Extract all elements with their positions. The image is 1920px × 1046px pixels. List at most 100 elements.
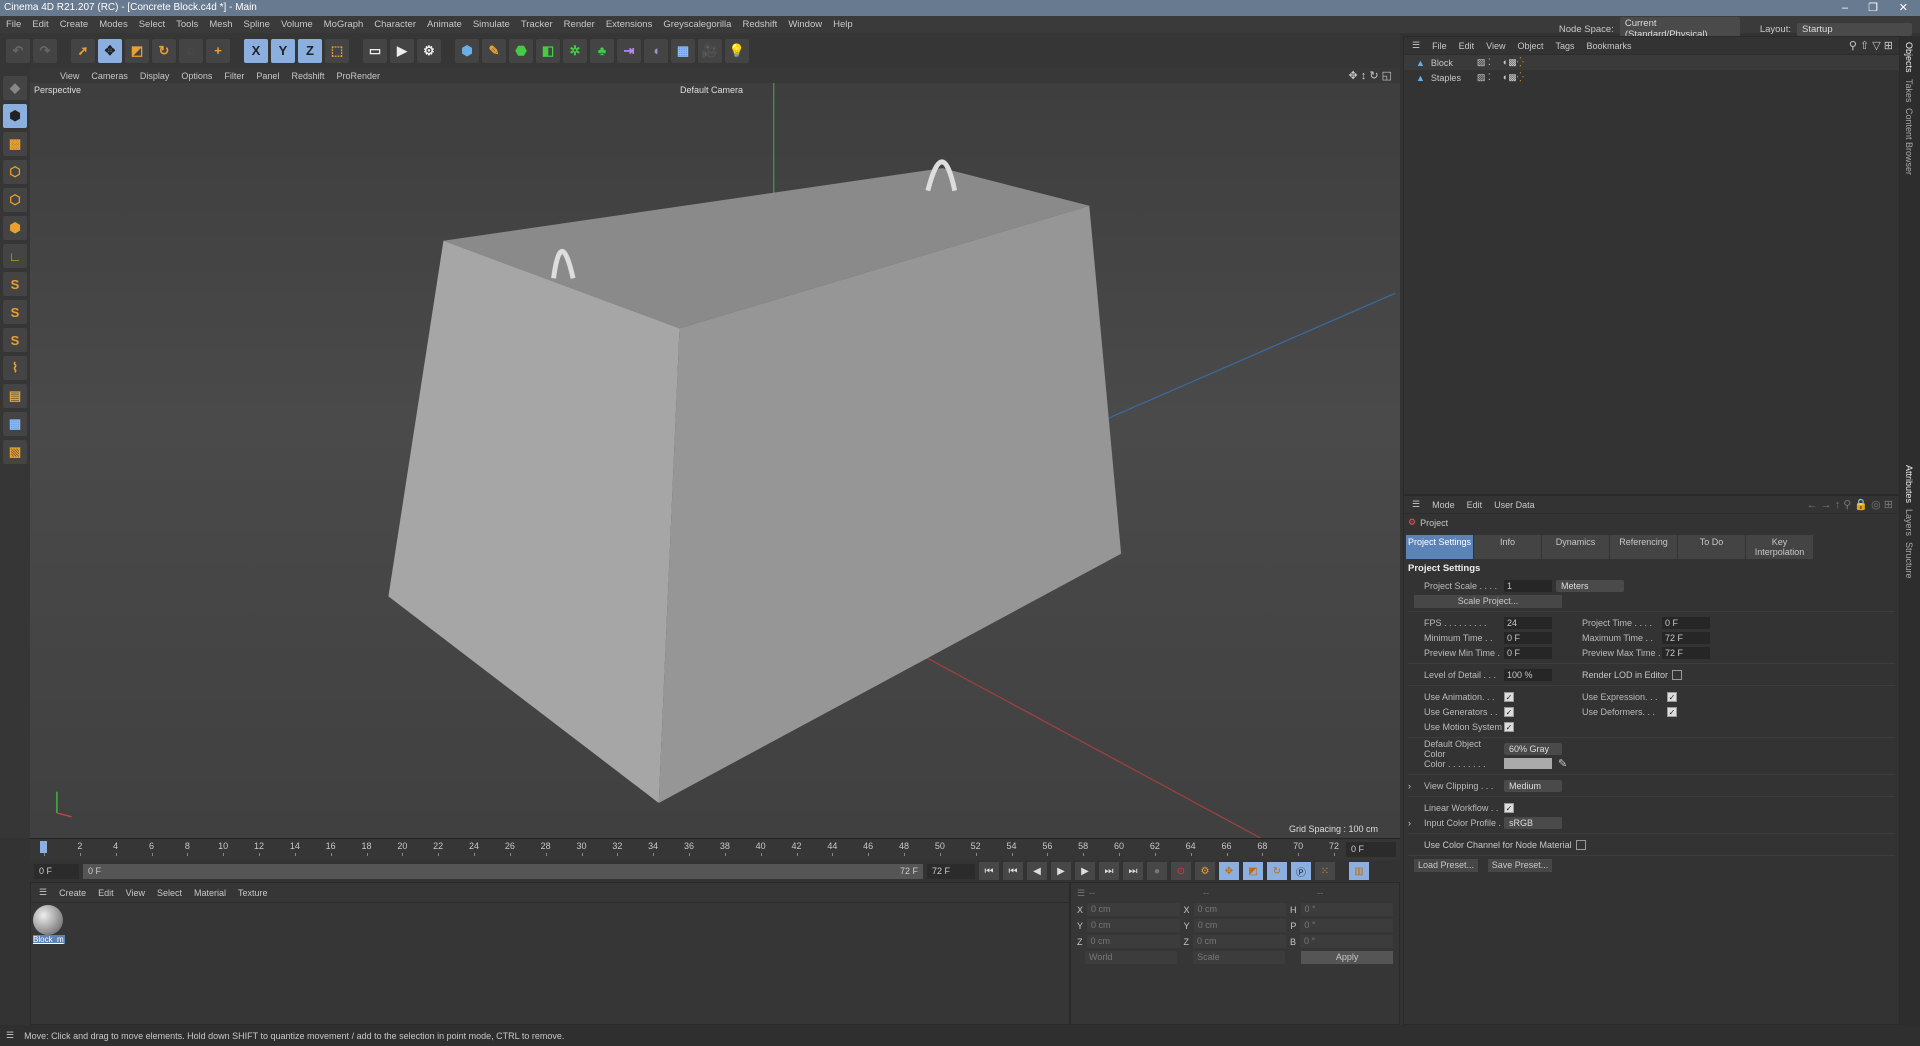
menu-mesh[interactable]: Mesh [209, 19, 232, 30]
rot-b-field[interactable]: 0 ° [1300, 935, 1394, 948]
visibility-toggle-icon[interactable]: ▨ ⁚ [1477, 57, 1491, 68]
tab-info[interactable]: Info [1474, 535, 1541, 559]
go-to-start-icon[interactable]: ⏮ [979, 862, 999, 880]
menu-file[interactable]: File [6, 19, 21, 30]
viewport-menu-display[interactable]: Display [140, 71, 170, 81]
menu-create[interactable]: Create [60, 19, 89, 30]
subdivision-icon[interactable]: ⬣ [509, 38, 533, 63]
cloner-icon[interactable]: ✲ [563, 38, 587, 63]
fps-field[interactable]: 24 [1504, 616, 1552, 629]
current-frame-field[interactable]: 0 F [34, 863, 79, 879]
tab-referencing[interactable]: Referencing [1610, 535, 1677, 559]
close-button[interactable]: ✕ [1899, 0, 1908, 16]
menu-tools[interactable]: Tools [176, 19, 198, 30]
side-tab-structure[interactable]: Structure [1904, 542, 1914, 579]
obj-menu-object[interactable]: Object [1517, 41, 1543, 51]
viewport-menu-filter[interactable]: Filter [224, 71, 244, 81]
project-time-field[interactable]: 0 F [1662, 616, 1710, 629]
key-scale-icon[interactable]: ◩ [1243, 862, 1263, 880]
ruler-frame-field[interactable]: 0 F [1346, 842, 1396, 857]
maximize-button[interactable]: ❐ [1868, 0, 1878, 16]
rot-h-field[interactable]: 0 ° [1300, 903, 1393, 916]
render-lod-checkbox[interactable] [1672, 669, 1683, 680]
object-manager-tools-icons[interactable]: ⚲ ⇧ ▽ ⊞ [1849, 39, 1893, 52]
coordinate-mode-select[interactable]: World [1085, 951, 1178, 964]
project-scale-field[interactable]: 1 [1504, 579, 1552, 592]
key-position-icon[interactable]: ✥ [1219, 862, 1239, 880]
tab-key-interpolation[interactable]: Key Interpolation [1746, 535, 1813, 559]
menu-greyscalegorilla[interactable]: Greyscalegorilla [663, 19, 731, 30]
menu-mograph[interactable]: MoGraph [324, 19, 364, 30]
record-icon[interactable]: ● [1147, 862, 1167, 880]
menu-volume[interactable]: Volume [281, 19, 313, 30]
attr-menu-edit[interactable]: Edit [1467, 500, 1483, 510]
menu-modes[interactable]: Modes [99, 19, 128, 30]
live-selection-icon[interactable]: ◌ [179, 38, 203, 63]
undo-icon[interactable]: ↶ [6, 38, 30, 63]
max-time-field[interactable]: 72 F [1662, 631, 1710, 644]
render-picture-viewer-icon[interactable]: ▶ [390, 38, 414, 63]
timeline-window-icon[interactable]: ▥ [1349, 862, 1369, 880]
menu-icon[interactable]: ☰ [1077, 888, 1085, 899]
mograph-icon[interactable]: ♣ [590, 38, 614, 63]
mat-menu-texture[interactable]: Texture [238, 888, 268, 898]
obj-menu-tags[interactable]: Tags [1555, 41, 1574, 51]
viewport-menu-redshift[interactable]: Redshift [291, 71, 324, 81]
use-generators-checkbox[interactable]: ✓ [1504, 706, 1514, 717]
viewport-menu-panel[interactable]: Panel [256, 71, 279, 81]
scale-project-button[interactable]: Scale Project... [1414, 595, 1562, 608]
min-time-field[interactable]: 0 F [1504, 631, 1552, 644]
playhead[interactable] [40, 841, 47, 853]
viewport-menu-cameras[interactable]: Cameras [91, 71, 128, 81]
tab-project-settings[interactable]: Project Settings [1406, 535, 1473, 559]
extrude-icon[interactable]: ◧ [536, 38, 560, 63]
rot-p-field[interactable]: 0 ° [1300, 919, 1394, 932]
eyedropper-icon[interactable]: ✎ [1558, 757, 1567, 770]
material-item[interactable]: Block_m [33, 905, 65, 944]
workplane-snap-icon[interactable]: S [3, 328, 27, 352]
menu-window[interactable]: Window [788, 19, 822, 30]
tags-icon[interactable]: ◐▩⁛ [1503, 72, 1524, 83]
use-expression-checkbox[interactable]: ✓ [1667, 691, 1677, 702]
side-tab-layers[interactable]: Layers [1904, 509, 1914, 536]
key-rotation-icon[interactable]: ↻ [1267, 862, 1287, 880]
pos-x-field[interactable]: 0 cm [1087, 903, 1180, 916]
obj-menu-bookmarks[interactable]: Bookmarks [1587, 41, 1632, 51]
keyframe-selection-icon[interactable]: ⚙ [1195, 862, 1215, 880]
make-editable-icon[interactable]: ◆ [3, 76, 27, 100]
use-animation-checkbox[interactable]: ✓ [1504, 691, 1514, 702]
key-point-level-icon[interactable]: ⁙ [1315, 862, 1335, 880]
rotate-tool-icon[interactable]: ↻ [152, 38, 176, 63]
size-y-field[interactable]: 0 cm [1193, 919, 1287, 932]
expand-arrow-icon[interactable]: › [1408, 781, 1424, 791]
mat-menu-create[interactable]: Create [59, 888, 86, 898]
preview-min-field[interactable]: 0 F [1504, 646, 1552, 659]
deformer-icon[interactable]: ⇥ [617, 38, 641, 63]
edges-mode-icon[interactable]: ⬡ [3, 188, 27, 212]
apply-button[interactable]: Apply [1301, 951, 1394, 964]
menu-help[interactable]: Help [833, 19, 853, 30]
preview-max-field[interactable]: 72 F [1662, 646, 1710, 659]
select-tool-icon[interactable]: ➚ [71, 38, 95, 63]
scale-unit-select[interactable]: Meters [1556, 579, 1624, 592]
coordinate-system-icon[interactable]: ⬚ [325, 38, 349, 63]
axis-mode-icon[interactable]: ∟ [3, 244, 27, 268]
y-axis-lock-button[interactable]: Y [271, 38, 295, 63]
menu-extensions[interactable]: Extensions [606, 19, 652, 30]
menu-character[interactable]: Character [374, 19, 416, 30]
obj-menu-edit[interactable]: Edit [1459, 41, 1475, 51]
next-frame-icon[interactable]: ▶ [1075, 862, 1095, 880]
input-profile-select[interactable]: sRGB [1504, 816, 1562, 829]
end-frame-field[interactable]: 72 F [927, 863, 975, 879]
obj-menu-view[interactable]: View [1486, 41, 1505, 51]
next-key-icon[interactable]: ⏭ [1099, 862, 1119, 880]
timeline-ruler[interactable]: 0246810121416182022242628303234363840424… [30, 838, 1400, 860]
camera-icon[interactable]: 🎥 [698, 38, 722, 63]
visibility-toggle-icon[interactable]: ▨ ⁚ [1477, 72, 1491, 83]
color-swatch[interactable] [1504, 758, 1552, 769]
menu-edit[interactable]: Edit [32, 19, 48, 30]
load-preset-button[interactable]: Load Preset... [1414, 859, 1478, 872]
menu-select[interactable]: Select [139, 19, 165, 30]
pos-y-field[interactable]: 0 cm [1087, 919, 1180, 932]
menu-animate[interactable]: Animate [427, 19, 462, 30]
